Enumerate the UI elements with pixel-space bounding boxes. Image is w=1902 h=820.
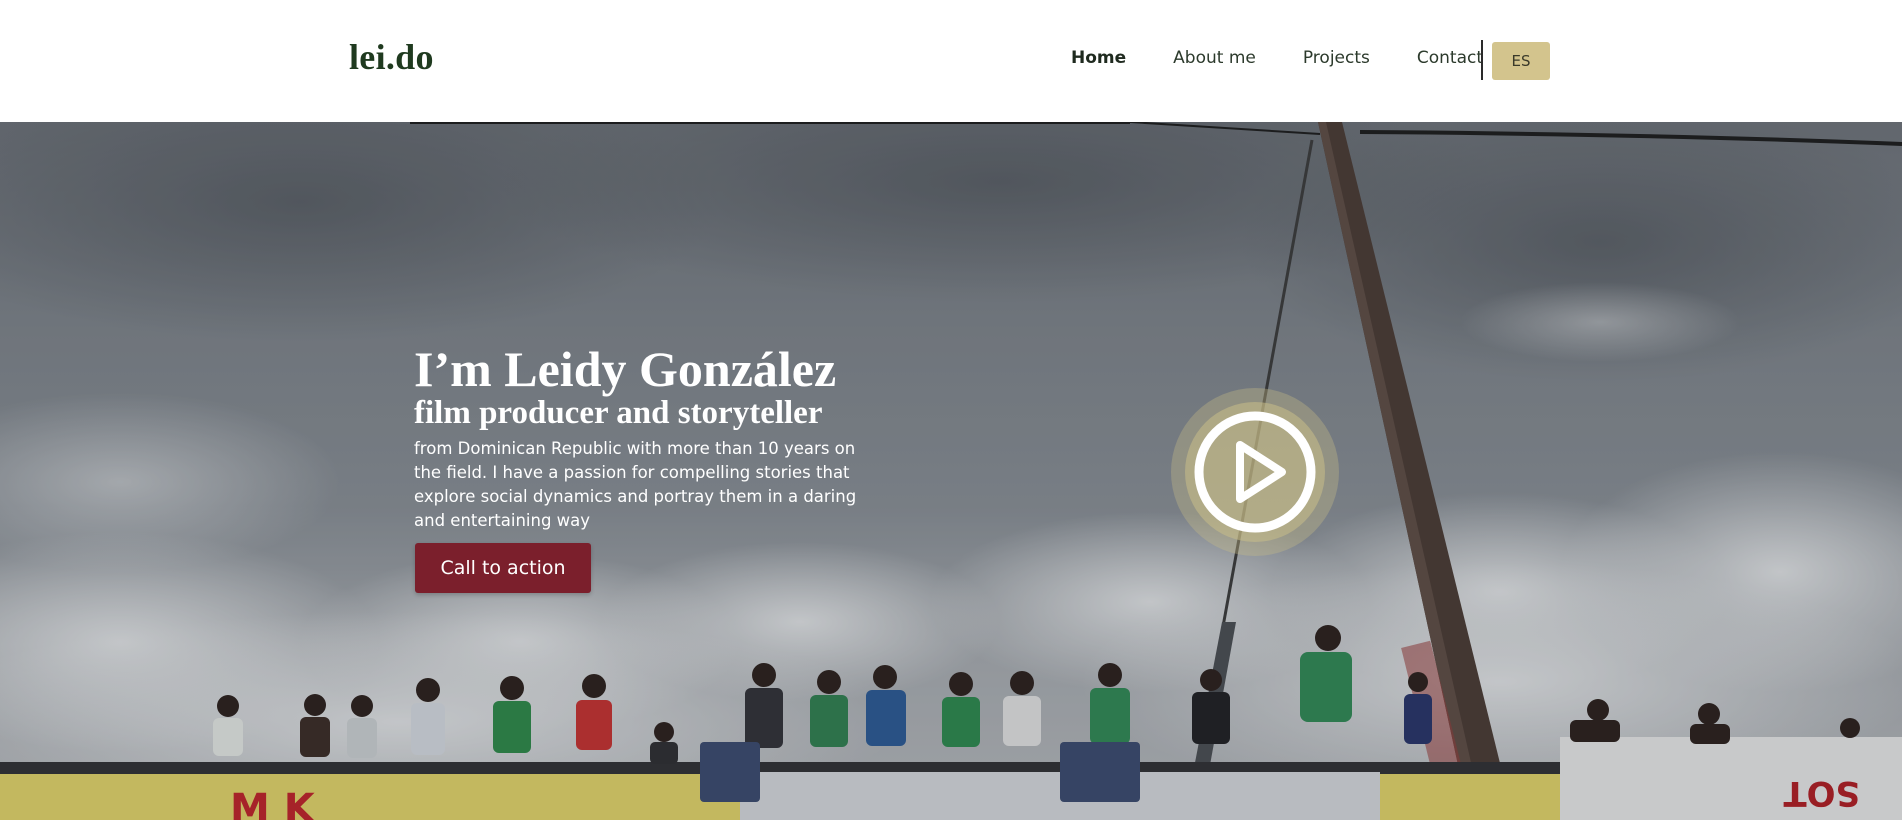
nav-projects[interactable]: Projects [1303,48,1370,68]
nav-divider [1481,40,1483,80]
hero-description: from Dominican Republic with more than 1… [414,439,857,530]
play-circle-icon [1171,388,1339,556]
nav-about-me[interactable]: About me [1173,48,1256,68]
hero-section: SOT M K I’m Leidy González film producer… [0,122,1902,820]
call-to-action-button[interactable]: Call to action [415,543,591,593]
site-header: lei.do Home About me Projects Contact ES [0,0,1902,122]
hero-title: I’m Leidy González [414,341,837,397]
nav-home[interactable]: Home [1071,48,1126,68]
site-logo[interactable]: lei.do [349,36,434,78]
nav-contact[interactable]: Contact [1417,48,1483,68]
hero-subtitle: film producer and storyteller [414,395,823,431]
language-toggle-button[interactable]: ES [1492,42,1550,80]
main-nav: Home About me Projects Contact [1071,48,1493,68]
play-video-button[interactable] [1170,387,1340,557]
hero-overlay [0,122,1902,820]
